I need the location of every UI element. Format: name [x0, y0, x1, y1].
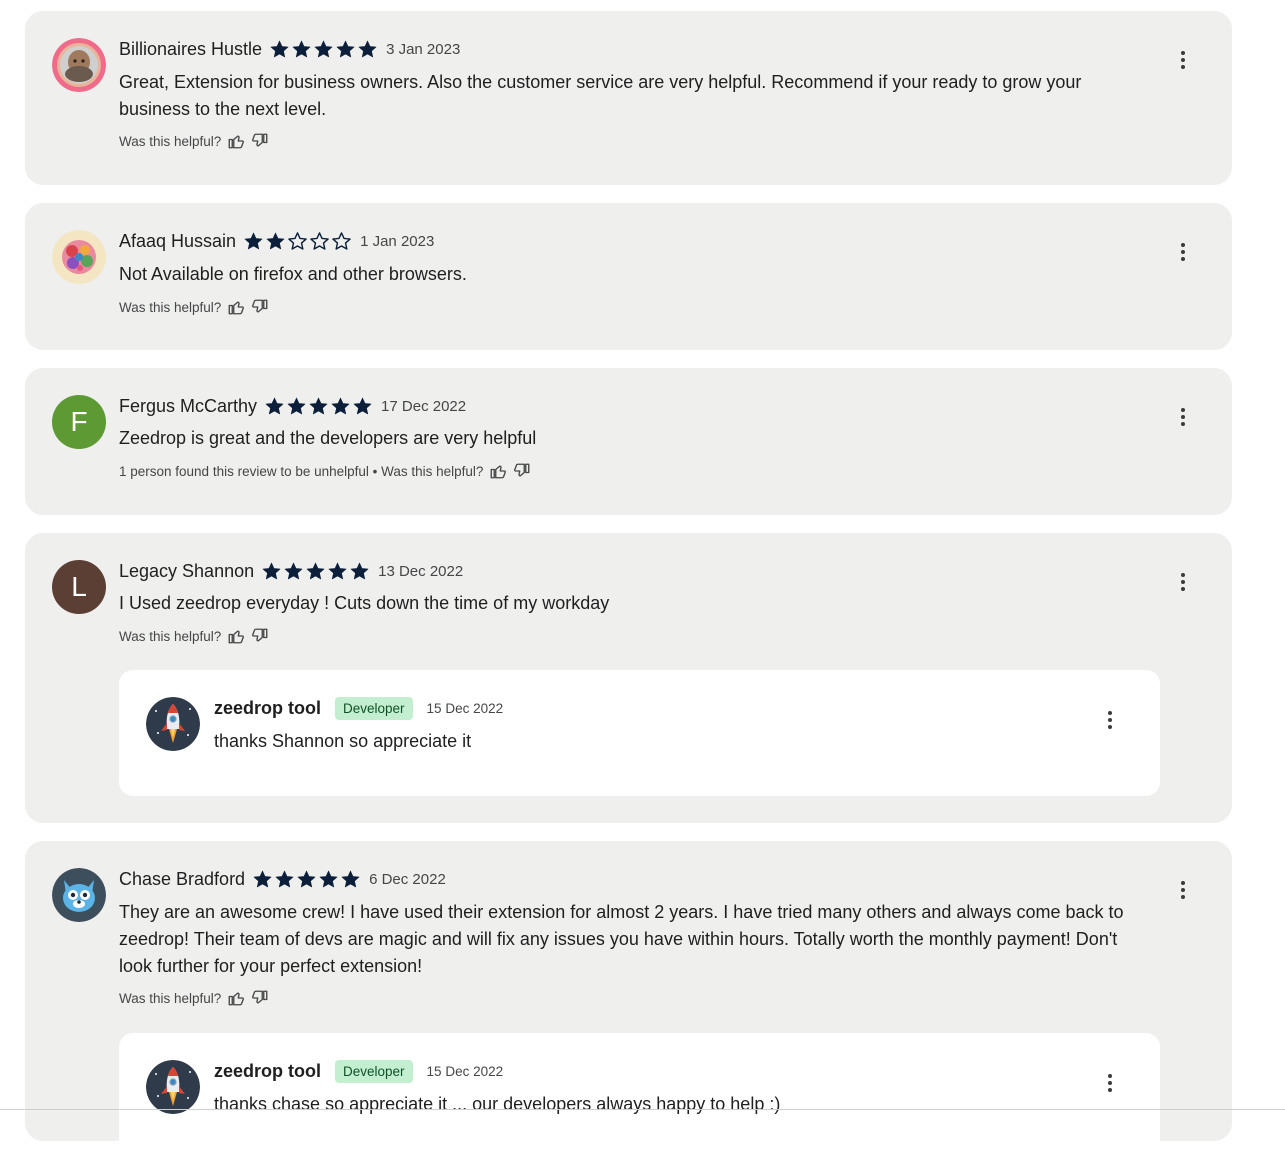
thumbs-down-icon[interactable]: [251, 298, 269, 316]
star-rating: [264, 396, 373, 417]
review-date: 17 Dec 2022: [381, 398, 467, 415]
review-card: F Fergus McCarthy 17 Dec 2022 Zeedrop is…: [25, 368, 1232, 515]
star-filled-icon: [335, 39, 356, 60]
star-filled-icon: [261, 561, 282, 582]
star-rating: [252, 869, 361, 890]
helpful-label: Was this helpful?: [119, 299, 222, 315]
review-card: Billionaires Hustle 3 Jan 2023 Great, Ex…: [25, 11, 1232, 185]
developer-reply: zeedrop tool Developer 15 Dec 2022 thank…: [119, 670, 1160, 796]
star-filled-icon: [313, 39, 334, 60]
helpful-prompt: 1 person found this review to be unhelpf…: [119, 462, 531, 480]
star-filled-icon: [305, 561, 326, 582]
review-text: Great, Extension for business owners. Al…: [119, 72, 1082, 119]
star-filled-icon: [327, 561, 348, 582]
review-date: 3 Jan 2023: [386, 41, 461, 58]
review-date: 13 Dec 2022: [378, 563, 464, 580]
helpful-label: Was this helpful?: [119, 133, 222, 149]
thumbs-up-icon[interactable]: [227, 298, 245, 316]
review-text: Zeedrop is great and the developers are …: [119, 428, 537, 448]
more-options-icon[interactable]: [1173, 240, 1193, 264]
star-filled-icon: [352, 396, 373, 417]
star-filled-icon: [252, 869, 273, 890]
star-filled-icon: [269, 39, 290, 60]
review-card: Afaaq Hussain 1 Jan 2023 Not Available o…: [25, 203, 1232, 350]
more-options-icon[interactable]: [1173, 878, 1193, 902]
reviewer-name: Legacy Shannon: [119, 561, 255, 581]
avatar: [52, 38, 106, 92]
helpful-prompt: Was this helpful?: [119, 132, 269, 150]
thumbs-down-icon[interactable]: [251, 627, 269, 645]
thumbs-up-icon[interactable]: [489, 462, 507, 480]
more-options-icon[interactable]: [1173, 405, 1193, 429]
developer-badge: Developer: [335, 697, 413, 720]
more-options-icon[interactable]: [1100, 1071, 1120, 1095]
thumbs-up-icon[interactable]: [227, 132, 245, 150]
reviewer-name: Chase Bradford: [119, 869, 246, 889]
star-filled-icon: [349, 561, 370, 582]
developer-name: zeedrop tool: [214, 698, 321, 718]
star-filled-icon: [330, 396, 351, 417]
star-empty-icon: [331, 231, 352, 252]
reviewer-name: Billionaires Hustle: [119, 39, 263, 59]
reply-date: 15 Dec 2022: [426, 1064, 504, 1079]
helpful-label: Was this helpful?: [119, 990, 222, 1006]
review-card: L Legacy Shannon 13 Dec 2022 I Used zeed…: [25, 533, 1232, 823]
star-filled-icon: [308, 396, 329, 417]
thumbs-up-icon[interactable]: [227, 989, 245, 1007]
developer-badge: Developer: [335, 1060, 413, 1083]
star-rating: [243, 231, 352, 252]
helpful-label: Was this helpful?: [119, 628, 222, 644]
review-text: I Used zeedrop everyday ! Cuts down the …: [119, 593, 610, 613]
star-filled-icon: [264, 396, 285, 417]
thumbs-down-icon[interactable]: [251, 989, 269, 1007]
review-date: 1 Jan 2023: [360, 233, 435, 250]
thumbs-up-icon[interactable]: [227, 627, 245, 645]
helpful-prompt: Was this helpful?: [119, 627, 269, 645]
developer-name: zeedrop tool: [214, 1061, 321, 1081]
star-filled-icon: [291, 39, 312, 60]
review-text: Not Available on firefox and other brows…: [119, 264, 467, 284]
avatar: [52, 868, 106, 922]
divider: [0, 1109, 1285, 1110]
star-filled-icon: [296, 869, 317, 890]
reply-date: 15 Dec 2022: [426, 701, 504, 716]
reviewer-name: Fergus McCarthy: [119, 396, 258, 416]
reply-text: thanks chase so appreciate it ... our de…: [214, 1094, 781, 1114]
developer-avatar: [146, 1060, 200, 1114]
more-options-icon[interactable]: [1173, 570, 1193, 594]
reviewer-name: Afaaq Hussain: [119, 231, 237, 251]
star-filled-icon: [340, 869, 361, 890]
more-options-icon[interactable]: [1100, 708, 1120, 732]
review-card: Chase Bradford 6 Dec 2022 They are an aw…: [25, 841, 1232, 1159]
star-empty-icon: [309, 231, 330, 252]
star-filled-icon: [274, 869, 295, 890]
star-empty-icon: [287, 231, 308, 252]
avatar: L: [52, 560, 106, 614]
avatar: [52, 230, 106, 284]
more-options-icon[interactable]: [1173, 48, 1193, 72]
thumbs-down-icon[interactable]: [513, 462, 531, 480]
review-date: 6 Dec 2022: [369, 871, 446, 888]
helpful-label: 1 person found this review to be unhelpf…: [119, 463, 484, 479]
star-filled-icon: [357, 39, 378, 60]
helpful-prompt: Was this helpful?: [119, 298, 269, 316]
star-filled-icon: [243, 231, 264, 252]
helpful-prompt: Was this helpful?: [119, 989, 269, 1007]
star-filled-icon: [265, 231, 286, 252]
star-filled-icon: [318, 869, 339, 890]
star-filled-icon: [283, 561, 304, 582]
reply-text: thanks Shannon so appreciate it: [214, 731, 472, 751]
review-text: They are an awesome crew! I have used th…: [119, 902, 1124, 976]
developer-avatar: [146, 697, 200, 751]
developer-reply: zeedrop tool Developer 15 Dec 2022 thank…: [119, 1033, 1160, 1159]
star-rating: [269, 39, 378, 60]
star-filled-icon: [286, 396, 307, 417]
star-rating: [261, 561, 370, 582]
thumbs-down-icon[interactable]: [251, 132, 269, 150]
avatar: F: [52, 395, 106, 449]
